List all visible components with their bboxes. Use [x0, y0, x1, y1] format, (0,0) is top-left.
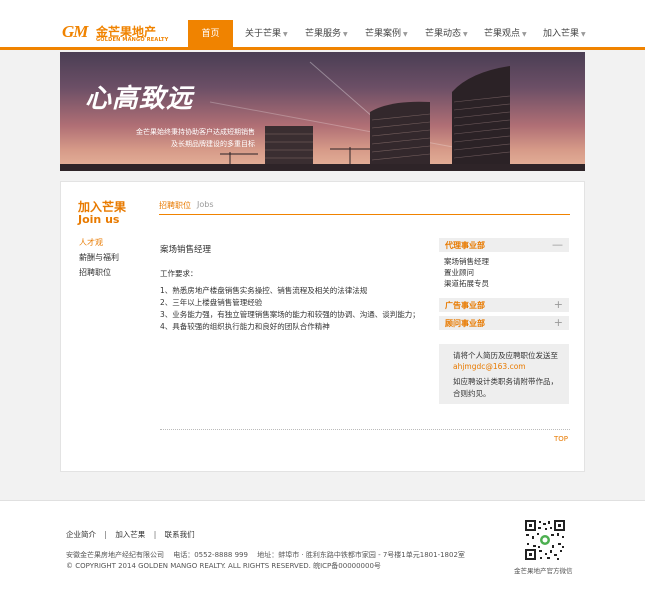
- nav-label: 芒果观点: [484, 29, 521, 39]
- dept-job-link[interactable]: 置业顾问: [444, 267, 474, 278]
- nav-item-join[interactable]: 加入芒果 ▼: [543, 20, 586, 50]
- footer-separator: |: [153, 530, 157, 539]
- section-tabbar: 招聘职位 Jobs: [159, 195, 570, 215]
- nav-item-home[interactable]: 首页: [188, 20, 233, 50]
- logo-mark: GM: [62, 22, 88, 41]
- sidebar-item-talent[interactable]: 人才观: [79, 237, 103, 248]
- dept-job-link[interactable]: 案场销售经理: [444, 256, 489, 267]
- site-header: GM 金芒果地产 GOLDEN MANGO REALTY 首页 关于芒果 ▼ 芒果…: [0, 0, 645, 50]
- chevron-down-icon: ▼: [522, 31, 527, 38]
- chevron-down-icon: ▼: [343, 31, 348, 38]
- banner-slogan: 心高致远: [85, 84, 194, 114]
- requirement-item: 4、具备较强的组织执行能力和良好的团队合作精神: [160, 322, 330, 331]
- footer-separator: |: [104, 530, 107, 539]
- chevron-down-icon: ▼: [403, 31, 408, 38]
- expand-icon[interactable]: +: [554, 316, 563, 329]
- footer-link-about[interactable]: 企业简介: [66, 530, 96, 539]
- nav-label: 芒果动态: [425, 29, 462, 39]
- logo-name-en: GOLDEN MANGO REALTY: [96, 37, 169, 43]
- collapse-icon[interactable]: —: [552, 238, 563, 251]
- hero-banner: 心高致远 金芒果始终秉持协助客户达成短期销售 及长期品牌建设的多重目标: [60, 52, 585, 171]
- apply-email-link[interactable]: ahjmgdc@163.com: [453, 362, 526, 371]
- dept-label: 广告事业部: [445, 301, 485, 310]
- apply-text: 合则约见。: [453, 389, 491, 398]
- requirement-item: 3、业务能力强，有独立管理销售案场的能力和较强的协调、沟通、谈判能力；: [160, 310, 420, 319]
- footer-link-join[interactable]: 加入芒果: [115, 530, 145, 539]
- nav-item-cases[interactable]: 芒果案例 ▼: [365, 20, 408, 50]
- sidebar-item-jobs[interactable]: 招聘职位: [79, 267, 111, 278]
- nav-label: 芒果案例: [365, 29, 402, 39]
- nav-item-news[interactable]: 芒果动态 ▼: [425, 20, 468, 50]
- dept-agency-header[interactable]: 代理事业部 —: [439, 238, 569, 252]
- dept-ad-header[interactable]: 广告事业部 +: [439, 298, 569, 312]
- apply-info-box: 请将个人简历及应聘职位发送至 ahjmgdc@163.com 如应聘设计类职务请…: [439, 344, 569, 404]
- sidebar-subtitle: Join us: [78, 213, 120, 226]
- requirement-item: 1、熟悉房地产楼盘销售实务操控、销售流程及相关的法律法规: [160, 286, 368, 295]
- wechat-qr-code: [524, 519, 566, 561]
- nav-label: 首页: [201, 29, 220, 39]
- banner-tagline-1: 金芒果始终秉持协助客户达成短期销售: [136, 128, 255, 136]
- nav-label: 加入芒果: [543, 29, 580, 39]
- nav-label: 关于芒果: [245, 29, 282, 39]
- apply-text: 如应聘设计类职务请附带作品，: [453, 377, 558, 386]
- nav-item-services[interactable]: 芒果服务 ▼: [305, 20, 348, 50]
- sidebar-item-benefits[interactable]: 薪酬与福利: [79, 252, 119, 263]
- back-to-top-link[interactable]: TOP: [554, 435, 568, 443]
- requirements-label: 工作要求：: [160, 269, 198, 278]
- dept-consult-header[interactable]: 顾问事业部 +: [439, 316, 569, 330]
- chevron-down-icon: ▼: [581, 31, 586, 38]
- footer-company-info: 安徽金芒果房地产经纪有限公司 电话：0552-8888 999 地址：蚌埠市 ·…: [66, 551, 465, 559]
- qr-caption: 金芒果地产官方微信: [514, 567, 573, 575]
- tab-jobs-en: Jobs: [197, 200, 214, 209]
- nav-item-about[interactable]: 关于芒果 ▼: [245, 20, 288, 50]
- footer-link-contact[interactable]: 联系我们: [165, 530, 195, 539]
- dept-job-link[interactable]: 渠道拓展专员: [444, 278, 489, 289]
- expand-icon[interactable]: +: [554, 298, 563, 311]
- chevron-down-icon: ▼: [463, 31, 468, 38]
- nav-label: 芒果服务: [305, 29, 342, 39]
- requirement-item: 2、三年以上楼盘销售管理经验: [160, 298, 263, 307]
- dept-label: 顾问事业部: [445, 319, 485, 328]
- chevron-down-icon: ▼: [283, 31, 288, 38]
- banner-tagline-2: 及长期品牌建设的多重目标: [171, 140, 255, 148]
- job-title: 案场销售经理: [160, 245, 212, 255]
- tab-jobs[interactable]: 招聘职位: [159, 200, 191, 211]
- apply-text: 请将个人简历及应聘职位发送至: [453, 351, 558, 360]
- nav-item-views[interactable]: 芒果观点 ▼: [484, 20, 527, 50]
- footer-links: 企业简介 | 加入芒果 | 联系我们: [66, 529, 195, 540]
- content-panel: 加入芒果 Join us 人才观 薪酬与福利 招聘职位 招聘职位 Jobs 案场…: [60, 181, 585, 472]
- dept-label: 代理事业部: [445, 241, 485, 250]
- site-footer: 企业简介 | 加入芒果 | 联系我们 安徽金芒果房地产经纪有限公司 电话：055…: [0, 500, 645, 602]
- divider: [160, 429, 570, 430]
- footer-copyright: © COPYRIGHT 2014 GOLDEN MANGO REALTY. AL…: [66, 562, 381, 570]
